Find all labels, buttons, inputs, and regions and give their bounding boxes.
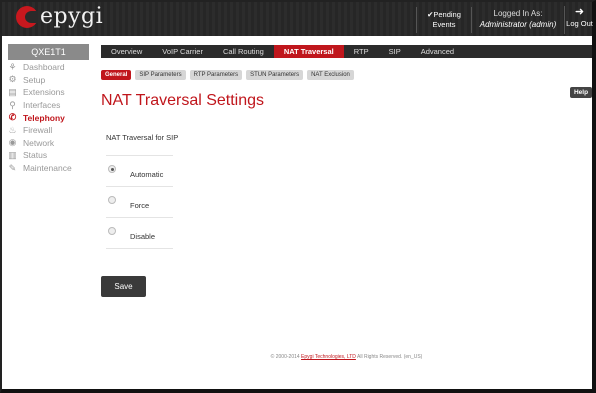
tab-call-routing[interactable]: Call Routing [213,45,274,58]
extensions-icon: ▤ [8,86,17,97]
option-disable[interactable]: Disable [106,217,173,248]
sidebar-item-label: Status [23,150,48,161]
subtab-stun-parameters[interactable]: STUN Parameters [246,70,304,80]
sidebar-item-label: Network [23,137,55,148]
pending-events-button[interactable]: ✔Pending Events [416,7,472,33]
sidebar-item-telephony[interactable]: ✆ Telephony [2,111,95,124]
sidebar: QXE1T1 ⚘ Dashboard ⚙ Setup ▤ Extensions ⚲ In… [2,36,95,389]
sidebar-item-label: Maintenance [23,163,72,174]
options-divider [106,248,173,249]
top-bar: epygi ✔Pending Events Logged In As: Admi… [2,2,594,36]
interfaces-icon: ⚲ [9,99,16,110]
logout-label: Log Out [566,19,593,28]
save-button[interactable]: Save [101,276,146,297]
sidebar-item-label: Interfaces [23,100,61,111]
option-label: Disable [130,232,156,241]
sidebar-item-extensions[interactable]: ▤ Extensions [2,86,95,99]
logo-mark-icon [16,5,38,28]
sidebar-menu: ⚘ Dashboard ⚙ Setup ▤ Extensions ⚲ Interface… [2,61,95,174]
sidebar-item-interfaces[interactable]: ⚲ Interfaces [2,99,95,112]
footer-company-link[interactable]: Epygi Technologies, LTD [301,354,356,360]
phone-icon: ✆ [8,112,17,123]
logged-in-user: Administrator (admin) [479,20,557,29]
option-label: Automatic [130,170,164,179]
subtab-sip-parameters[interactable]: SIP Parameters [135,70,186,80]
tab-voip-carrier[interactable]: VoIP Carrier [152,45,213,58]
subtab-rtp-parameters[interactable]: RTP Parameters [189,70,243,80]
sidebar-item-dashboard[interactable]: ⚘ Dashboard [2,61,95,74]
automatic-radio[interactable] [108,165,116,173]
tab-overview[interactable]: Overview [101,45,152,58]
sidebar-item-maintenance[interactable]: ✎ Maintenance [2,162,95,175]
pending-line2: Events [432,20,456,29]
footer-copyright: © 2000-2014 [270,354,302,360]
footer-rights: All Rights Reserved. (en_US) [355,354,423,360]
tab-nat-traversal[interactable]: NAT Traversal [273,45,344,58]
nat-traversal-sip-label: NAT Traversal for SIP [106,133,179,142]
option-label: Force [130,201,150,210]
sidebar-item-network[interactable]: ◉ Network [2,137,95,150]
firewall-icon: ♨ [8,124,17,135]
sidebar-item-label: Dashboard [23,62,65,73]
sidebar-item-setup[interactable]: ⚙ Setup [2,74,95,87]
logged-in-info: Logged In As: Administrator (admin) [476,8,560,30]
option-automatic[interactable]: Automatic [106,155,173,186]
wrench-icon: ✎ [8,162,17,173]
sidebar-item-label: Extensions [23,87,65,98]
help-button[interactable]: Help [570,87,592,98]
sidebar-item-label: Setup [23,74,46,85]
sidebar-item-label: Telephony [23,112,65,123]
tab-advanced[interactable]: Advanced [411,45,464,58]
epygi-logo[interactable]: epygi [16,4,103,29]
logout-button[interactable]: ➜ Log Out [564,6,594,34]
logged-in-label: Logged In As: [493,9,543,18]
network-icon: ◉ [8,137,17,148]
sub-tabs: General SIP Parameters RTP Parameters ST… [101,70,354,80]
logo-text: epygi [40,4,104,29]
status-icon: ▥ [8,149,17,160]
force-radio[interactable] [108,196,116,204]
sidebar-item-firewall[interactable]: ♨ Firewall [2,124,95,137]
device-name: QXE1T1 [8,44,89,60]
gear-icon: ⚙ [8,74,17,85]
tab-sip[interactable]: SIP [379,45,411,58]
dashboard-icon: ⚘ [8,61,17,72]
page-title: NAT Traversal Settings [101,92,265,109]
sidebar-item-label: Firewall [23,125,53,136]
pending-line1: ✔Pending [427,10,461,19]
option-force[interactable]: Force [106,186,173,217]
main-tabs: Overview VoIP Carrier Call Routing NAT T… [101,45,592,58]
disable-radio[interactable] [108,227,116,235]
subtab-general[interactable]: General [101,70,132,80]
tab-rtp[interactable]: RTP [344,45,379,58]
sidebar-item-status[interactable]: ▥ Status [2,149,95,162]
subtab-nat-exclusion[interactable]: NAT Exclusion [307,70,354,80]
footer: © 2000-2014 Epygi Technologies, LTD All … [101,354,592,360]
logout-icon: ➜ [574,6,585,18]
